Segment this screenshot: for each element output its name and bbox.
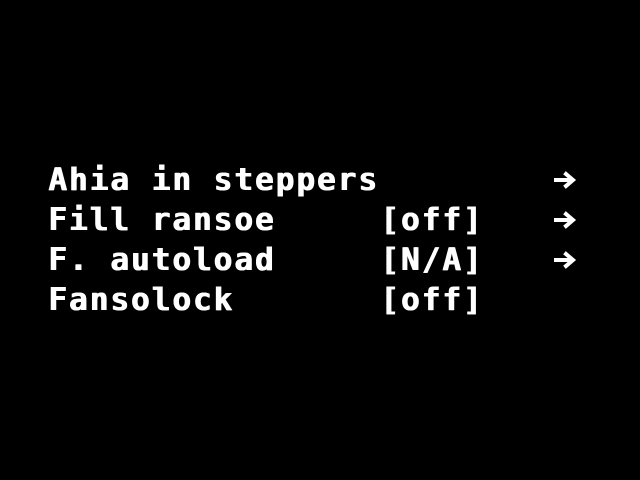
menu-item-value: [off] <box>380 282 484 318</box>
menu-item-value: [N/A] <box>380 242 484 278</box>
menu-item-fansolock[interactable]: Fansolock [off] <box>48 280 608 320</box>
menu-item-label: F. autoload <box>48 242 276 278</box>
printer-lcd-screen: Ahia in steppers Fill ransoe [off] F. au… <box>0 0 640 480</box>
arrow-right-icon <box>552 168 580 192</box>
arrow-right-icon <box>552 208 580 232</box>
menu-item-label: Fill ransoe <box>48 202 276 238</box>
menu-item-label: Fansolock <box>48 282 234 318</box>
menu-item-label: Ahia in steppers <box>48 162 379 198</box>
arrow-right-icon <box>552 248 580 272</box>
menu-item-value: [off] <box>380 202 484 238</box>
menu-item-autoload[interactable]: F. autoload [N/A] <box>48 240 608 280</box>
settings-menu: Ahia in steppers Fill ransoe [off] F. au… <box>48 160 608 320</box>
menu-item-fill-ransoe[interactable]: Fill ransoe [off] <box>48 200 608 240</box>
menu-item-steppers[interactable]: Ahia in steppers <box>48 160 608 200</box>
